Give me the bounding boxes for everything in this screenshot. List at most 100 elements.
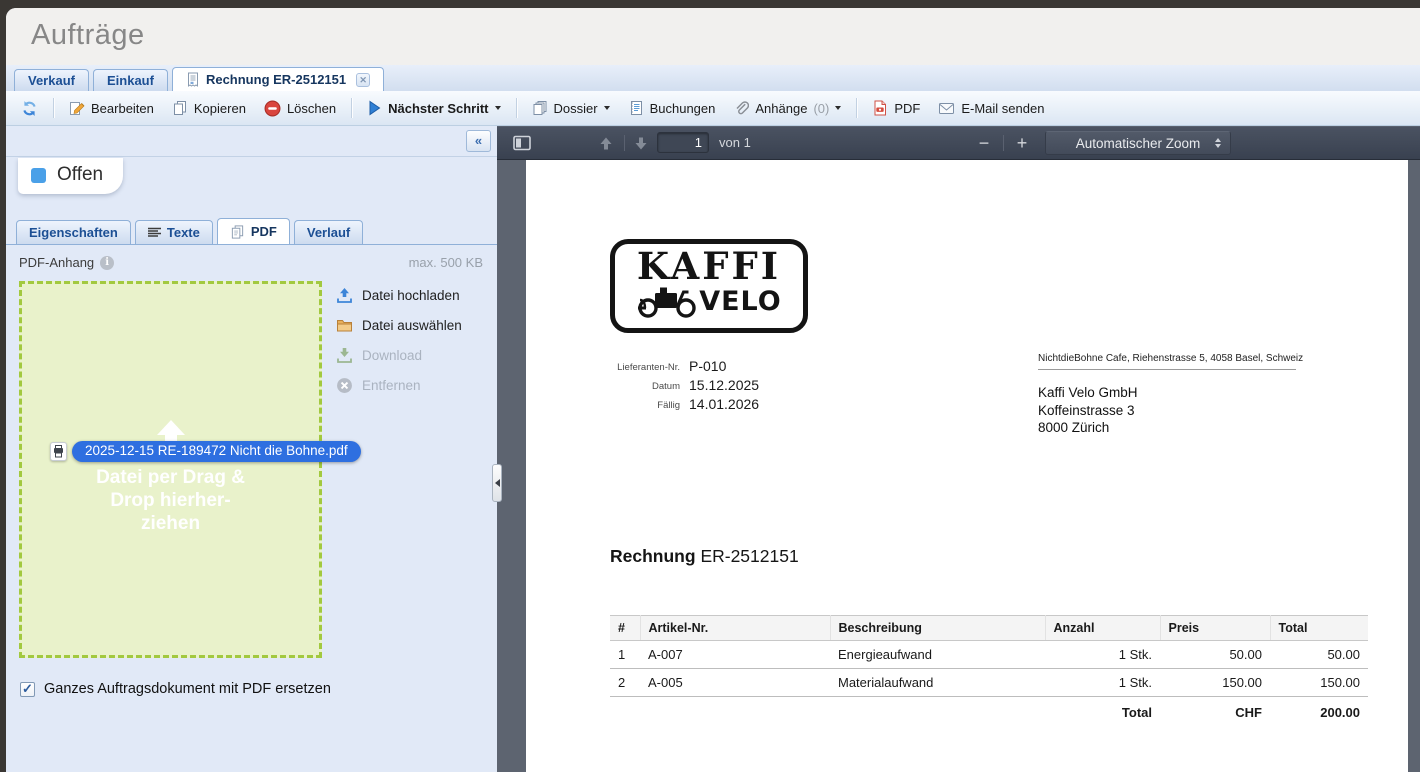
tab-verlauf[interactable]: Verlauf: [294, 220, 363, 244]
app-header: Aufträge: [6, 8, 1420, 65]
tab-label: Verlauf: [307, 225, 350, 240]
panel-splitter[interactable]: [492, 464, 502, 502]
download-label: Download: [362, 348, 422, 363]
collapse-panel-button[interactable]: «: [466, 130, 491, 152]
app-window: Aufträge Verkauf Einkauf Rechnung ER-251…: [6, 8, 1420, 772]
select-file-label: Datei auswählen: [362, 318, 462, 333]
tab-texte[interactable]: Texte: [135, 220, 213, 244]
pdf-toolbar: von 1 − + Automatischer Zoom: [497, 126, 1420, 160]
page-down-button[interactable]: [628, 130, 654, 156]
arrow-down-icon: [633, 136, 649, 151]
remove-icon: [336, 377, 353, 394]
bookings-button[interactable]: Buchungen: [621, 97, 723, 119]
paperclip-icon: [733, 100, 749, 116]
dossier-button[interactable]: Dossier: [525, 97, 617, 119]
zoom-mode-label: Automatischer Zoom: [1076, 136, 1201, 151]
upload-icon: [336, 287, 353, 304]
dropzone-text: Datei per Drag & Drop hierher- ziehen: [22, 466, 319, 535]
file-dropzone[interactable]: Datei per Drag & Drop hierher- ziehen: [19, 281, 322, 658]
email-icon: [938, 101, 955, 116]
logo-text-velo: VELO: [699, 288, 782, 315]
attachments-count: (0): [813, 101, 829, 116]
tab-pdf[interactable]: PDF: [217, 218, 290, 244]
remove-label: Entfernen: [362, 378, 421, 393]
dossier-icon: [532, 100, 548, 116]
bookings-icon: [628, 100, 644, 116]
edit-button[interactable]: Bearbeiten: [62, 97, 161, 119]
total-amount: 200.00: [1270, 697, 1368, 729]
desktop-background: Aufträge Verkauf Einkauf Rechnung ER-251…: [0, 0, 1420, 772]
table-row: 2 A-005 Materialaufwand 1 Stk. 150.00 15…: [610, 669, 1368, 697]
toolbar-separator: [856, 98, 857, 118]
toolbar-separator: [351, 98, 352, 118]
attachments-button[interactable]: Anhänge (0): [726, 97, 848, 119]
delete-button[interactable]: Löschen: [257, 97, 343, 120]
sender-address-line: NichtdieBohne Cafe, Riehenstrasse 5, 405…: [1038, 353, 1296, 370]
toolbar-separator: [624, 135, 625, 151]
file-icon: [50, 442, 67, 461]
refresh-button[interactable]: [14, 97, 45, 120]
download-icon: [336, 347, 353, 364]
page-number-input[interactable]: [657, 132, 709, 153]
delete-icon: [264, 100, 281, 117]
chevron-down-icon: [835, 106, 841, 110]
pdf-attachment-header: PDF-Anhang i max. 500 KB: [19, 255, 483, 270]
bookings-label: Buchungen: [650, 101, 716, 116]
pdf-button[interactable]: PDF: [865, 97, 927, 119]
download-button[interactable]: Download: [336, 344, 494, 367]
pdf-label: PDF: [894, 101, 920, 116]
pdf-scroll-area[interactable]: KAFFI VELO Lieferanten-Nr. P-010 Datum: [497, 160, 1420, 772]
dragged-file[interactable]: 2025-12-15 RE-189472 Nicht die Bohne.pdf: [50, 441, 361, 462]
recipient-address: Kaffi Velo GmbH Koffeinstrasse 3 8000 Zü…: [1038, 384, 1138, 437]
sidebar-toggle-button[interactable]: [509, 130, 535, 156]
total-currency: CHF: [1160, 697, 1270, 729]
panel-top-strip: «: [6, 126, 497, 157]
detail-panel: « Offen Eigenschaften Texte PDF: [6, 126, 497, 772]
refresh-icon: [21, 100, 38, 117]
zoom-mode-select[interactable]: Automatischer Zoom: [1045, 131, 1231, 155]
property-tabs: Eigenschaften Texte PDF Verlauf: [16, 218, 497, 244]
tab-rechnung-active[interactable]: Rechnung ER-2512151 ✕: [172, 67, 384, 91]
meta-row: Lieferanten-Nr. P-010: [610, 358, 759, 374]
table-row: 1 A-007 Energieaufwand 1 Stk. 50.00 50.0…: [610, 641, 1368, 669]
page-up-button[interactable]: [593, 130, 619, 156]
main-toolbar: Bearbeiten Kopieren Löschen Nächster Sch…: [6, 91, 1420, 126]
next-step-button[interactable]: Nächster Schritt: [360, 97, 507, 119]
close-icon[interactable]: ✕: [356, 73, 370, 87]
attachments-label: Anhänge: [755, 101, 807, 116]
table-header-row: # Artikel-Nr. Beschreibung Anzahl Preis …: [610, 616, 1368, 641]
tab-label: Eigenschaften: [29, 225, 118, 240]
status-badge: Offen: [18, 158, 123, 194]
checkbox-checked[interactable]: [20, 682, 35, 697]
meta-row: Fällig 14.01.2026: [610, 396, 759, 412]
status-label: Offen: [57, 164, 103, 186]
chevron-down-icon: [495, 106, 501, 110]
info-icon[interactable]: i: [100, 256, 114, 270]
document-tabstrip: Verkauf Einkauf Rechnung ER-2512151 ✕: [6, 65, 1420, 91]
select-file-button[interactable]: Datei auswählen: [336, 314, 494, 337]
chevron-down-icon: [604, 106, 610, 110]
upload-file-button[interactable]: Datei hochladen: [336, 284, 494, 307]
table-total-row: Total CHF 200.00: [610, 697, 1368, 729]
zoom-in-button[interactable]: +: [1009, 130, 1035, 156]
send-email-label: E-Mail senden: [961, 101, 1044, 116]
tab-eigenschaften[interactable]: Eigenschaften: [16, 220, 131, 244]
invoice-table: # Artikel-Nr. Beschreibung Anzahl Preis …: [610, 615, 1368, 728]
remove-button[interactable]: Entfernen: [336, 374, 494, 397]
folder-icon: [336, 318, 353, 333]
zoom-out-button[interactable]: −: [971, 130, 997, 156]
pdf-viewer: von 1 − + Automatischer Zoom KAFFI VELO: [497, 126, 1420, 772]
tab-verkauf[interactable]: Verkauf: [14, 69, 89, 91]
select-stepper-icon: [1215, 138, 1221, 148]
replace-document-option[interactable]: Ganzes Auftragsdokument mit PDF ersetzen: [20, 681, 331, 697]
pdf-page: KAFFI VELO Lieferanten-Nr. P-010 Datum: [526, 160, 1408, 772]
arrow-up-icon: [598, 136, 614, 151]
collapse-left-icon: [495, 479, 500, 487]
dossier-label: Dossier: [554, 101, 598, 116]
tab-einkauf[interactable]: Einkauf: [93, 69, 168, 91]
cargo-bike-icon: [636, 282, 698, 318]
next-step-label: Nächster Schritt: [388, 101, 488, 116]
send-email-button[interactable]: E-Mail senden: [931, 98, 1051, 119]
copy-button[interactable]: Kopieren: [165, 97, 253, 119]
logo-text-kaffi: KAFFI: [615, 248, 803, 285]
